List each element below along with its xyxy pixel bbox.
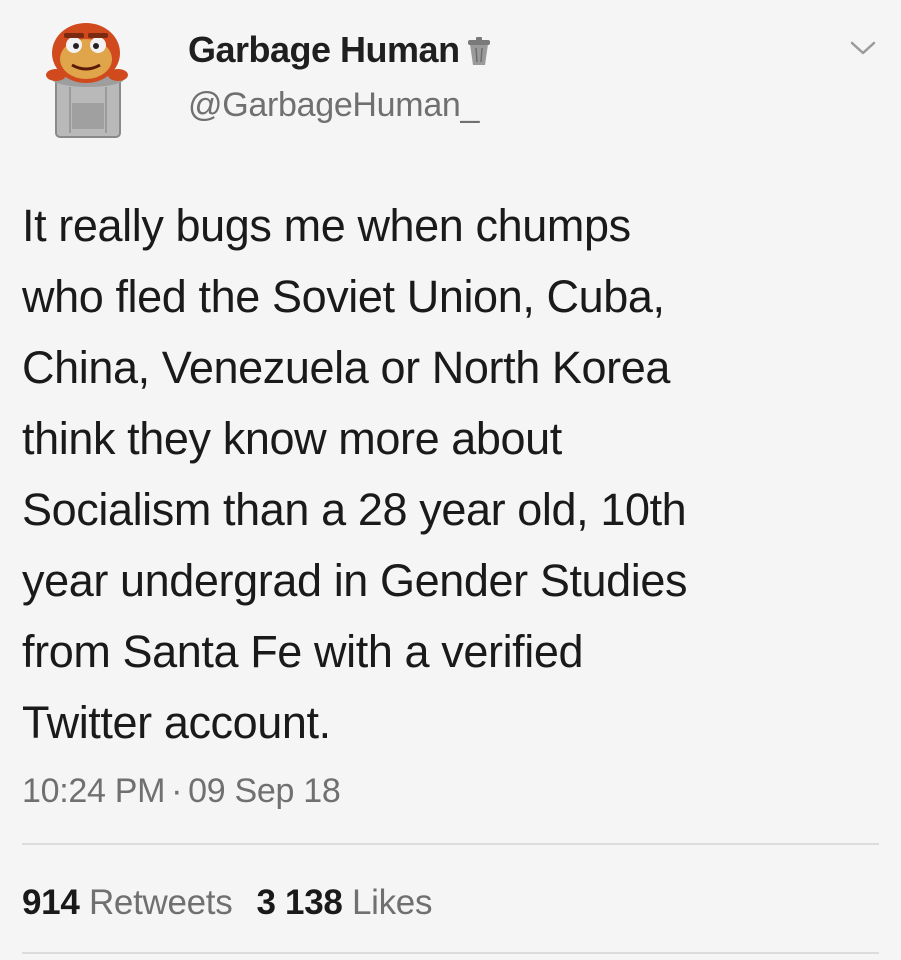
tweet-timestamp[interactable]: 10:24 PM · 09 Sep 18: [22, 770, 341, 812]
divider: [22, 952, 879, 954]
likes-count: 3 138: [256, 883, 343, 922]
retweets-label: Retweets: [88, 883, 233, 922]
tweet-stats: 914 Retweets 3 138 Likes: [22, 882, 432, 924]
divider: [22, 843, 879, 845]
tweet-card: Garbage Human @GarbageHuman_ It really b…: [0, 0, 901, 960]
tweet-text: It really bugs me when chumps who fled t…: [22, 200, 688, 748]
user-handle[interactable]: @GarbageHuman_: [188, 84, 479, 126]
retweets-count: 914: [22, 883, 80, 922]
avatar[interactable]: [42, 13, 134, 141]
retweets-stat[interactable]: 914 Retweets: [22, 883, 233, 922]
likes-label: Likes: [351, 883, 433, 922]
display-name[interactable]: Garbage Human: [188, 28, 460, 72]
tweet-time: 10:24 PM: [22, 772, 166, 810]
likes-stat[interactable]: 3 138 Likes: [256, 883, 432, 922]
trash-can-character-icon: [46, 23, 128, 138]
chevron-down-icon[interactable]: [848, 38, 878, 58]
tweet-date: 09 Sep 18: [188, 772, 341, 810]
timestamp-separator: ·: [171, 772, 183, 810]
trash-can-icon: [468, 37, 490, 65]
